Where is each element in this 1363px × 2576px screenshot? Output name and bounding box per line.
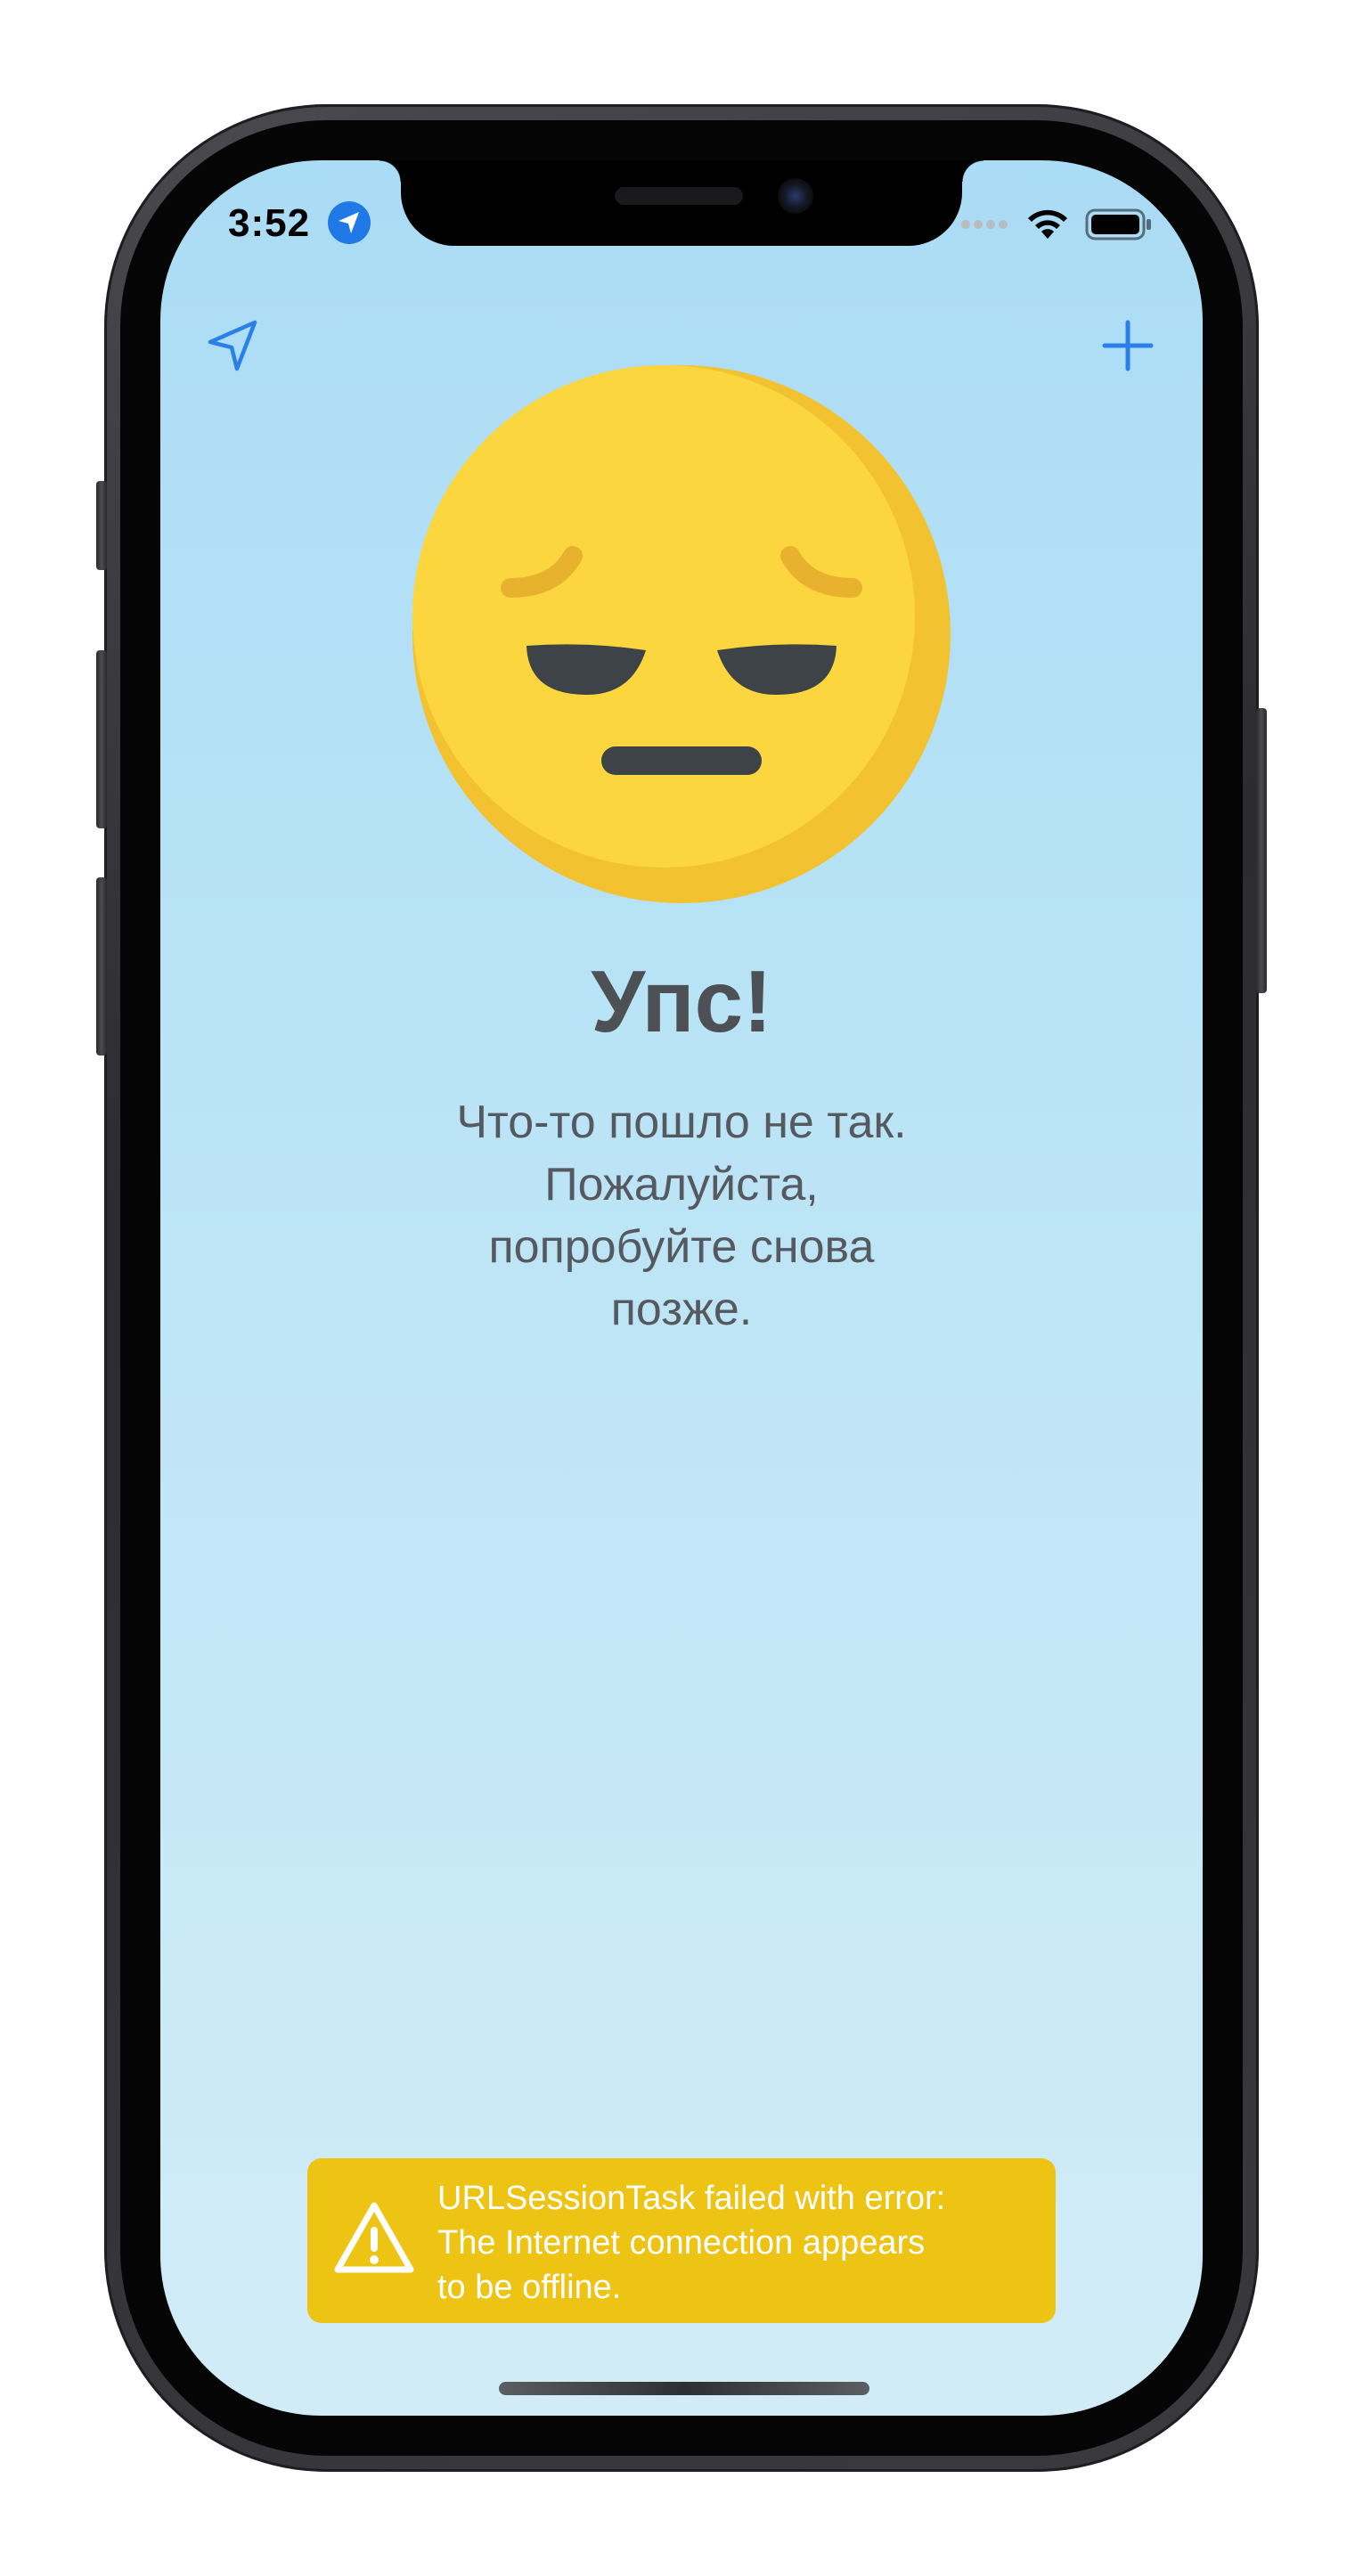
battery-full-icon: [1085, 208, 1151, 240]
error-message-line: позже.: [610, 1284, 753, 1335]
location-arrow-filled-icon: [328, 201, 371, 244]
error-message: Что-то пошло не так. Пожалуйста, попробу…: [414, 1091, 949, 1341]
location-arrow-icon[interactable]: [200, 312, 267, 379]
status-time: 3:52: [228, 201, 311, 245]
error-title: Упс!: [591, 952, 772, 1050]
front-camera: [778, 178, 813, 214]
status-indicators: [960, 207, 1153, 242]
home-indicator[interactable]: [499, 2382, 869, 2395]
plus-icon[interactable]: [1094, 312, 1162, 379]
toast-message-line: to be offline.: [437, 2269, 622, 2306]
app-screen: 3:52 Упс! Что-то пошло не так. Пожалуйст…: [160, 160, 1203, 2416]
toast-message-line: URLSessionTask failed with error:: [437, 2180, 946, 2217]
volume-up-button: [96, 650, 107, 828]
error-message-line: Что-то пошло не так.: [456, 1096, 907, 1148]
silent-switch: [96, 481, 107, 570]
error-message-line: попробуйте снова: [488, 1221, 875, 1273]
error-message-line: Пожалуйста,: [544, 1159, 819, 1211]
error-toast[interactable]: URLSessionTask failed with error: The In…: [307, 2158, 1056, 2323]
warning-triangle-icon: [334, 2202, 414, 2273]
notch: [380, 160, 983, 246]
power-button: [1256, 708, 1267, 993]
pensive-face-emoji: [412, 365, 951, 903]
volume-down-button: [96, 877, 107, 1056]
wifi-icon: [1028, 209, 1067, 239]
toast-message-line: The Internet connection appears: [437, 2224, 926, 2262]
cellular-dots-icon: [961, 220, 1008, 229]
earpiece-speaker: [615, 187, 743, 205]
toast-message: URLSessionTask failed with error: The In…: [437, 2176, 1043, 2310]
